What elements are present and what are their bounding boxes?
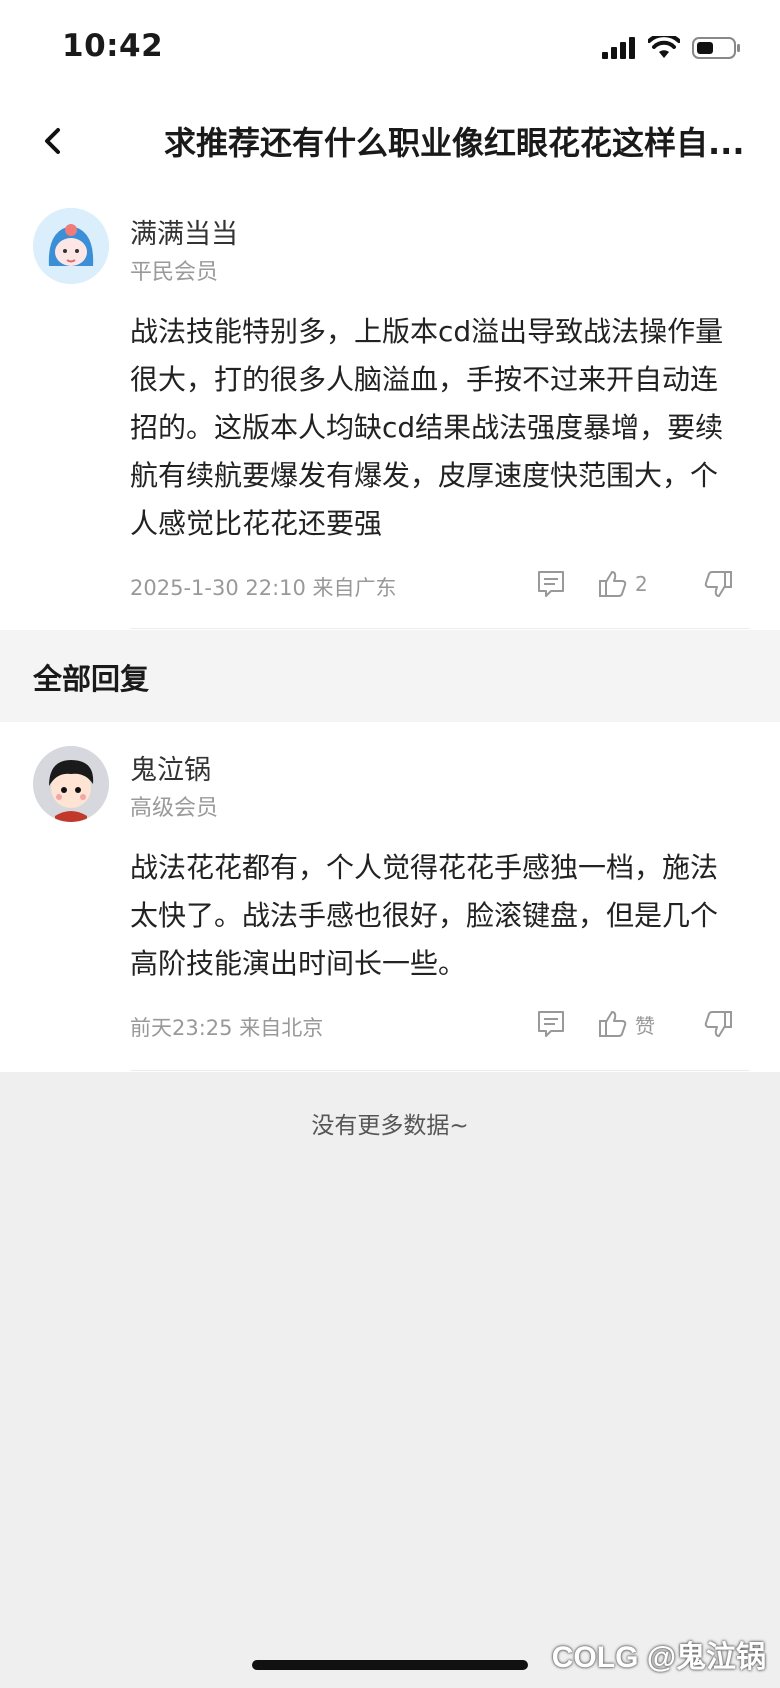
post-meta: 2025-1-30 22:10 来自广东 [130,576,397,600]
avatar-image-icon [33,208,109,284]
thumbs-up-icon [599,571,627,597]
post-actions: 2 [530,568,742,604]
reply-content: 战法花花都有，个人觉得花花手感独一档，施法太快了。战法手感也很好，脸滚键盘，但是… [130,851,719,980]
back-button[interactable] [28,116,78,166]
reply-meta: 前天23:25 来自北京 [130,1016,324,1040]
battery-icon [692,37,740,59]
nav-bar: 求推荐还有什么职业像红眼花花这样自... [0,96,780,186]
reply-comment-button[interactable] [535,1008,567,1040]
thumbs-up-icon [599,1011,627,1037]
reply-card: 鬼泣锅 高级会员 战法花花都有，个人觉得花花手感独一档，施法太快了。战法手感也很… [0,722,780,1072]
home-indicator[interactable] [252,1660,528,1670]
reply-divider [130,1070,750,1071]
reply-like-button[interactable]: 赞 [597,1008,655,1040]
post-card: 满满当当 平民会员 战法技能特别多，上版本cd溢出导致战法操作量很大，打的很多人… [0,186,780,630]
comment-icon [538,571,564,597]
post-divider [130,628,750,629]
reply-dislike-button[interactable] [702,1008,734,1040]
post-user-level: 平民会员 [130,260,219,285]
avatar-image-icon [33,746,109,822]
post-like-count: 2 [635,572,648,596]
page-title: 求推荐还有什么职业像红眼花花这样自... [164,124,745,162]
avatar[interactable] [33,746,109,822]
reply-actions: 赞 [530,1008,742,1044]
avatar[interactable] [33,208,109,284]
status-icons [602,36,742,60]
chevron-left-icon [45,128,60,154]
post-content: 战法技能特别多，上版本cd溢出导致战法操作量很大，打的很多人脑溢血，手按不过来开… [130,315,724,540]
comment-icon [538,1011,564,1037]
no-more-data-text: 没有更多数据~ [311,1113,469,1139]
reply-username[interactable]: 鬼泣锅 [130,748,211,787]
post-dislike-button[interactable] [702,568,734,600]
signal-icon [602,37,635,59]
watermark: COLG @鬼泣锅 [551,1641,766,1674]
status-bar: 10:42 [0,0,780,96]
thumbs-down-icon [704,571,732,597]
reply-like-label: 赞 [635,1013,655,1038]
status-time: 10:42 [62,28,164,64]
thumbs-down-icon [704,1011,732,1037]
wifi-icon [648,36,680,58]
post-like-button[interactable]: 2 [597,568,648,600]
replies-section-title: 全部回复 [33,662,150,696]
post-username[interactable]: 满满当当 [130,212,238,251]
replies-section-header: 全部回复 [0,630,780,722]
reply-user-level: 高级会员 [130,796,219,821]
post-comment-button[interactable] [535,568,567,600]
